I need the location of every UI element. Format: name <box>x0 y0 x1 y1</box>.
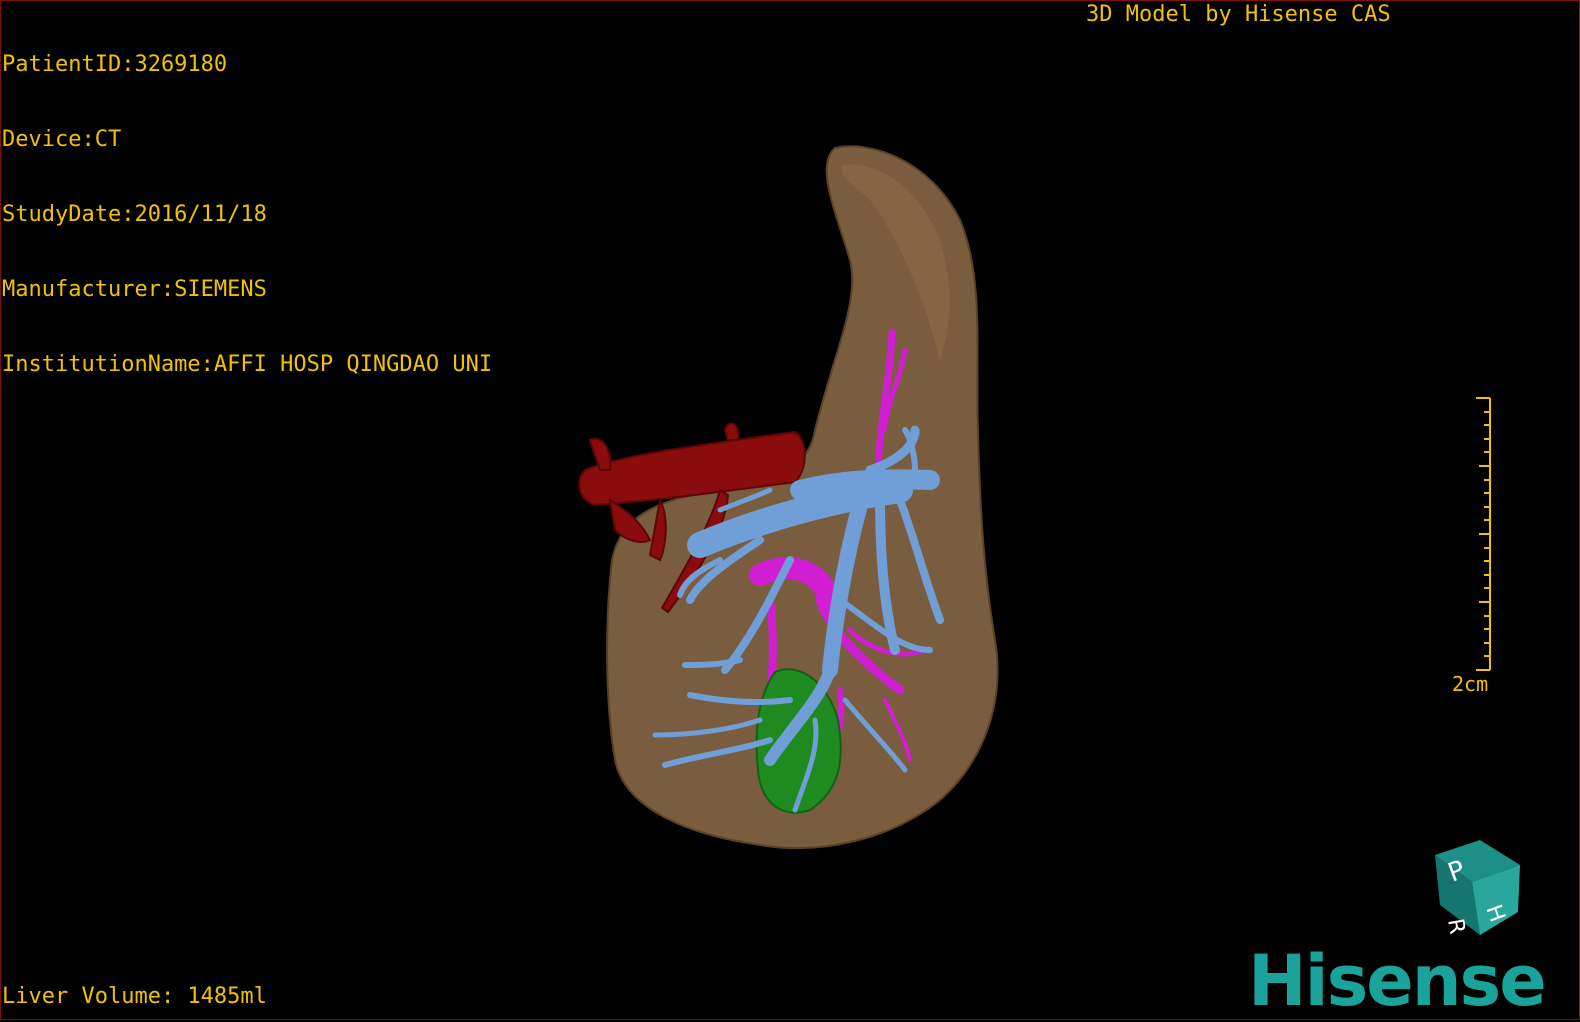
orientation-cube[interactable]: P H R <box>1435 840 1520 936</box>
scale-bar <box>1476 397 1491 671</box>
scale-bar-label: 2cm <box>1452 672 1489 696</box>
liver-volume: Liver Volume: 1485ml <box>2 984 267 1009</box>
3d-viewport[interactable]: P H R <box>0 0 1580 1020</box>
hisense-logo: Hisense <box>1248 940 1547 1022</box>
cube-face-bottom-label: R <box>1442 917 1469 936</box>
